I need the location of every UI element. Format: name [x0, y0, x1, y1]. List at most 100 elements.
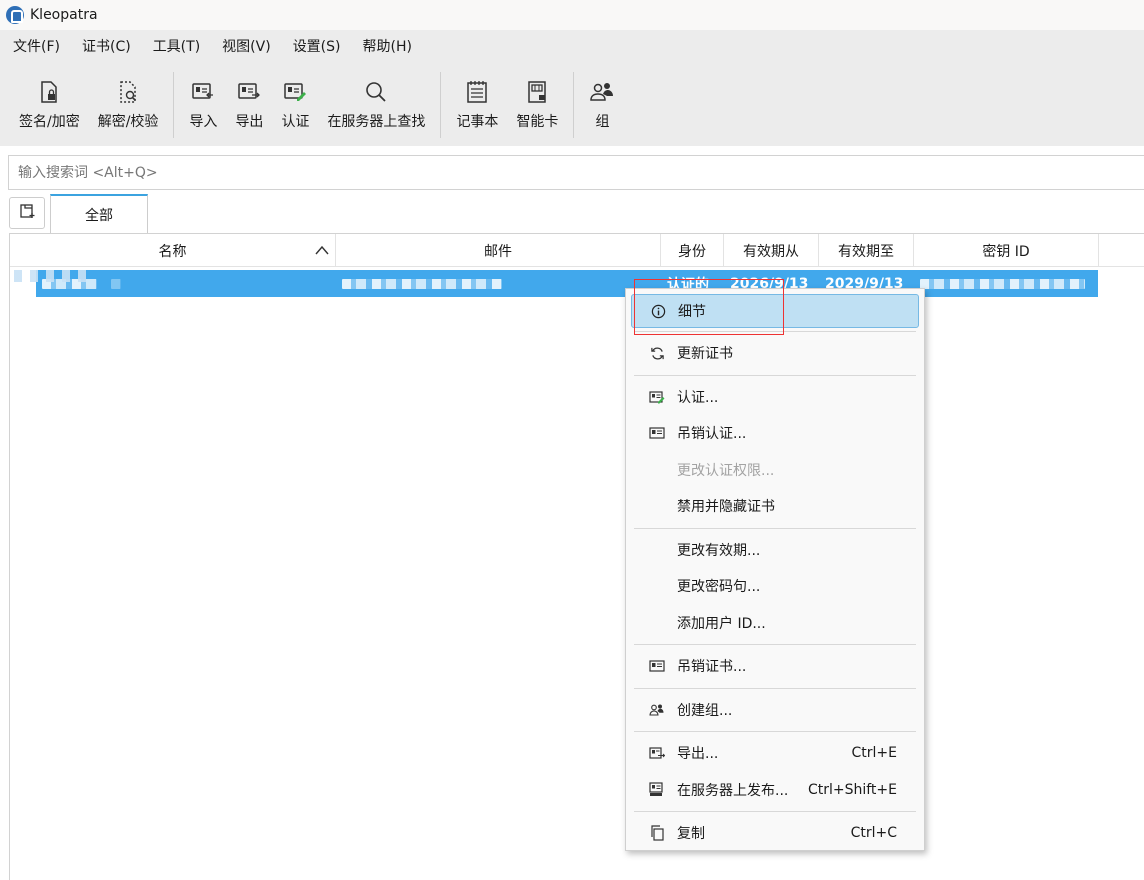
sign-encrypt-button[interactable]: 签名/加密: [10, 64, 89, 146]
export-button[interactable]: 导出: [226, 64, 272, 146]
group-label: 组: [595, 114, 610, 130]
menu-item-change-certification-power[interactable]: 更改认证权限...: [631, 452, 919, 489]
cell-key-id: [914, 270, 1098, 297]
search-bar: [8, 155, 1144, 190]
group-icon: [649, 702, 665, 718]
table-row[interactable]: 认证的 2026/9/13 2029/9/13: [36, 270, 1098, 297]
column-header-valid-from[interactable]: 有效期从: [724, 234, 819, 267]
column-header-identity-label: 身份: [678, 243, 706, 260]
certificate-icon: [649, 658, 665, 674]
group-button[interactable]: 组: [580, 64, 624, 146]
menu-item-disable-and-hide[interactable]: 禁用并隐藏证书: [631, 488, 919, 525]
tab-all[interactable]: 全部: [50, 194, 148, 234]
certify-icon: [282, 79, 308, 105]
menu-item-revoke-certification-label: 吊销认证...: [677, 426, 747, 443]
certify-label: 认证: [281, 114, 310, 130]
toolbar-separator: [173, 72, 175, 138]
column-header-name[interactable]: 名称: [10, 234, 336, 267]
notepad-icon: [464, 79, 490, 105]
import-button[interactable]: 导入: [180, 64, 226, 146]
kleopatra-logo-icon: [6, 6, 24, 24]
menu-item-add-user-id[interactable]: 添加用户 ID...: [631, 605, 919, 642]
smartcard-button[interactable]: 智能卡: [507, 64, 567, 146]
menu-item-revoke-certificate[interactable]: 吊销证书...: [631, 648, 919, 685]
menu-item-copy[interactable]: 复制 Ctrl+C: [631, 815, 919, 852]
menu-tools[interactable]: 工具(T): [142, 30, 211, 64]
menu-item-publish-on-server-label: 在服务器上发布...: [677, 782, 789, 799]
menu-item-copy-label: 复制: [677, 826, 705, 843]
menu-item-disable-and-hide-label: 禁用并隐藏证书: [677, 499, 775, 516]
menu-item-change-expiry[interactable]: 更改有效期...: [631, 532, 919, 569]
notepad-label: 记事本: [456, 114, 499, 130]
new-tab-icon: [19, 203, 35, 223]
menu-item-revoke-certification[interactable]: 吊销认证...: [631, 415, 919, 452]
menu-view[interactable]: 视图(V): [211, 30, 282, 64]
column-header-valid-until[interactable]: 有效期至: [819, 234, 914, 267]
shortcut-copy: Ctrl+C: [850, 825, 897, 842]
menu-item-create-group[interactable]: 创建组...: [631, 692, 919, 729]
notepad-button[interactable]: 记事本: [447, 64, 507, 146]
certificate-icon: [649, 425, 665, 441]
redacted-text: [920, 278, 1085, 289]
column-header-key-id-label: 密钥 ID: [982, 243, 1030, 260]
sign-encrypt-label: 签名/加密: [19, 114, 80, 130]
menu-file[interactable]: 文件(F): [2, 30, 71, 64]
menu-item-add-user-id-label: 添加用户 ID...: [677, 615, 766, 632]
redacted-text: [14, 270, 94, 282]
menu-item-change-expiry-label: 更改有效期...: [677, 542, 761, 559]
decrypt-verify-button[interactable]: 解密/校验: [89, 64, 168, 146]
menu-separator: [634, 687, 916, 689]
tab-row: 全部: [0, 193, 1144, 234]
certificate-table: 名称 邮件 身份 有效期从 有效期至 密钥 ID 认证的 2026/9/13 2…: [9, 233, 1144, 880]
menu-separator: [634, 644, 916, 645]
info-icon: [650, 303, 666, 319]
decrypt-verify-label: 解密/校验: [97, 114, 159, 130]
context-menu: 细节 更新证书 认证... 吊销认证... 更改认证权限... 禁用并隐藏证书 …: [625, 288, 925, 851]
cell-email: [336, 270, 661, 297]
menu-item-update-certificate[interactable]: 更新证书: [631, 335, 919, 372]
menu-separator: [634, 374, 916, 376]
certify-button[interactable]: 认证: [272, 64, 318, 146]
column-header-email-label: 邮件: [484, 243, 512, 260]
menu-item-publish-on-server[interactable]: 在服务器上发布... Ctrl+Shift+E: [631, 772, 919, 809]
certify-icon: [649, 389, 665, 405]
column-header-valid-until-label: 有效期至: [838, 243, 894, 260]
shortcut-publish: Ctrl+Shift+E: [807, 781, 897, 798]
column-header-key-id[interactable]: 密钥 ID: [914, 234, 1099, 267]
lookup-on-server-button[interactable]: 在服务器上查找: [318, 64, 434, 146]
column-header-email[interactable]: 邮件: [336, 234, 661, 267]
import-label: 导入: [189, 114, 218, 130]
menu-help[interactable]: 帮助(H): [352, 30, 423, 64]
toolbar-separator: [440, 72, 442, 138]
menu-bar: 文件(F) 证书(C) 工具(T) 视图(V) 设置(S) 帮助(H): [0, 30, 1144, 64]
menu-item-change-passphrase[interactable]: 更改密码句...: [631, 568, 919, 605]
decrypt-verify-icon: [115, 79, 141, 105]
export-icon: [649, 745, 665, 761]
menu-settings[interactable]: 设置(S): [282, 30, 352, 64]
menu-separator: [634, 331, 916, 332]
sort-ascending-icon: [315, 243, 329, 259]
search-input[interactable]: [18, 164, 1144, 181]
publish-icon: [649, 782, 665, 798]
menu-item-revoke-certificate-label: 吊销证书...: [677, 659, 747, 676]
new-tab-button[interactable]: [9, 197, 45, 229]
menu-item-export-label: 导出...: [677, 746, 719, 763]
export-icon: [236, 79, 262, 105]
column-header-valid-from-label: 有效期从: [743, 243, 799, 260]
toolbar: 签名/加密 解密/校验 导入 导出 认证 在服务器上查找 记事本 智能卡 组: [0, 64, 1144, 146]
menu-item-certify-label: 认证...: [677, 389, 719, 406]
menu-item-update-certificate-label: 更新证书: [677, 346, 733, 363]
redacted-text: [342, 278, 502, 289]
column-header-identity[interactable]: 身份: [661, 234, 724, 267]
menu-certificates[interactable]: 证书(C): [71, 30, 142, 64]
menu-item-certify[interactable]: 认证...: [631, 379, 919, 416]
menu-item-details[interactable]: 细节: [631, 294, 919, 328]
search-icon: [363, 79, 389, 105]
menu-item-export[interactable]: 导出... Ctrl+E: [631, 735, 919, 772]
copy-icon: [649, 825, 665, 841]
menu-separator: [634, 731, 916, 732]
title-bar: Kleopatra: [0, 0, 1144, 30]
menu-item-change-passphrase-label: 更改密码句...: [677, 579, 761, 596]
smartcard-icon: [524, 79, 550, 105]
group-icon: [589, 79, 615, 105]
